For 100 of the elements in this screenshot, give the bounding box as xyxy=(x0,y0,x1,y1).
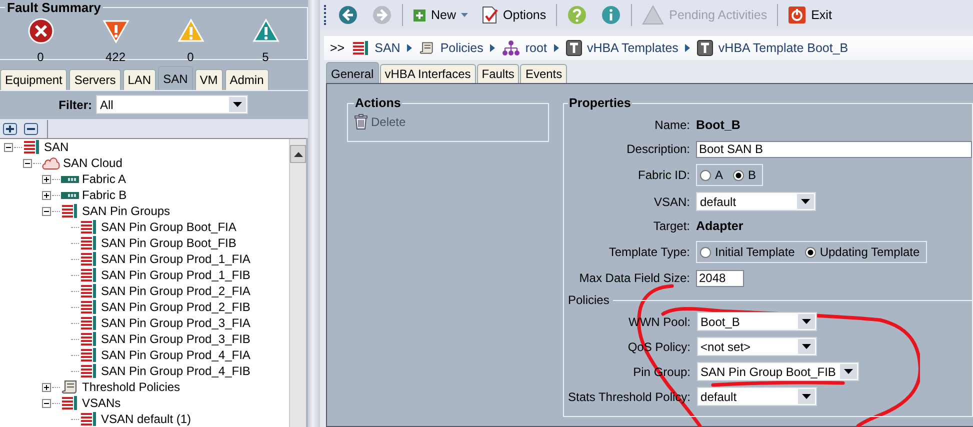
caret-icon xyxy=(233,102,242,107)
fault-count: 422 xyxy=(105,50,126,64)
caret-icon xyxy=(802,319,811,324)
caret-icon xyxy=(461,13,468,17)
content-tab[interactable]: Events xyxy=(520,64,568,83)
nav-tab[interactable]: Admin xyxy=(224,69,269,90)
tree-item[interactable]: SAN Cloud xyxy=(63,156,122,170)
radio-option[interactable]: A xyxy=(700,168,724,182)
breadcrumb-link[interactable]: vHBA Templates xyxy=(566,40,678,56)
plus-icon xyxy=(413,8,426,22)
tree-item[interactable]: VSAN default (1) xyxy=(101,412,192,426)
nav-tab[interactable]: SAN xyxy=(158,66,193,90)
san-bars-icon xyxy=(61,204,79,218)
nav-tab[interactable]: Equipment xyxy=(0,69,68,90)
tree-expander[interactable] xyxy=(4,142,13,152)
tree-item[interactable]: SAN Pin Group Boot_FIB xyxy=(101,236,236,250)
chevron-icon xyxy=(685,44,690,52)
san-bars-icon xyxy=(80,284,98,298)
tree-item[interactable]: SAN Pin Group Prod_3_FIB xyxy=(101,332,250,346)
major-fault-icon[interactable] xyxy=(102,18,130,44)
tree-item[interactable]: SAN xyxy=(44,140,69,154)
splitter-handle[interactable] xyxy=(308,0,320,427)
radio-option[interactable]: Initial Template xyxy=(700,245,795,259)
filter-dropdown[interactable]: All xyxy=(96,95,248,114)
expand-all-icon[interactable] xyxy=(3,122,17,134)
tree-expander[interactable] xyxy=(42,398,51,408)
warning-fault-icon[interactable] xyxy=(252,18,280,44)
exit-button[interactable]: Exit xyxy=(784,4,836,26)
dropdown[interactable]: <not set> xyxy=(696,337,817,356)
breadcrumb-link[interactable]: Policies xyxy=(419,41,484,55)
tree-expander[interactable] xyxy=(42,382,51,392)
trash-icon xyxy=(354,114,368,130)
info-icon xyxy=(601,5,622,25)
field-label: Fabric ID: xyxy=(636,168,690,182)
san-bars-icon xyxy=(80,268,98,282)
content-tab[interactable]: General xyxy=(326,62,379,83)
tree-item[interactable]: SAN Pin Group Prod_3_FIA xyxy=(101,316,250,330)
fault-count: 0 xyxy=(37,50,44,64)
dropdown[interactable]: Boot_B xyxy=(696,312,817,331)
content-tab[interactable]: vHBA Interfaces xyxy=(380,64,476,83)
san-bars-icon xyxy=(80,300,98,314)
tree-item[interactable]: SAN Pin Group Prod_1_FIA xyxy=(101,252,250,266)
options-button[interactable]: Options xyxy=(478,4,550,26)
san-bars-icon xyxy=(80,412,98,426)
section-title: Policies xyxy=(568,293,610,307)
san-bars-icon xyxy=(61,396,79,410)
scrollbar[interactable] xyxy=(289,139,306,427)
hierarchy-icon xyxy=(502,40,520,56)
caret-icon xyxy=(844,369,853,374)
caret-icon xyxy=(802,394,811,399)
tree-item[interactable]: SAN Pin Group Boot_FIA xyxy=(101,220,236,234)
caret-icon xyxy=(802,344,811,349)
radio-option[interactable]: Updating Template xyxy=(804,245,920,259)
nav-tab[interactable]: VM xyxy=(194,69,223,90)
nav-tab[interactable]: LAN xyxy=(122,69,156,90)
san-bars-icon xyxy=(80,364,98,378)
tree-item[interactable]: Fabric B xyxy=(82,188,127,202)
tree-item[interactable]: Threshold Policies xyxy=(82,380,180,394)
field-label: Template Type: xyxy=(608,245,690,259)
field-value: Adapter xyxy=(696,219,744,233)
scroll-icon xyxy=(61,380,79,394)
tree-item[interactable]: SAN Pin Group Prod_4_FIA xyxy=(101,348,250,362)
field-label: Target: xyxy=(652,219,690,233)
tree-item[interactable]: VSANs xyxy=(82,396,121,410)
chevron-icon xyxy=(407,44,412,52)
new-button[interactable]: New xyxy=(409,6,472,24)
content-tab[interactable]: Faults xyxy=(476,64,520,83)
delete-action-link[interactable]: Delete xyxy=(354,114,542,130)
tree-item[interactable]: SAN Pin Group Prod_4_FIB xyxy=(101,364,250,378)
scroll-icon xyxy=(419,41,436,55)
field-label: Name: xyxy=(654,118,690,132)
scroll-up-icon[interactable] xyxy=(294,152,302,156)
tree-expander[interactable] xyxy=(23,158,32,168)
dropdown[interactable]: default xyxy=(696,387,817,406)
tree-expander[interactable] xyxy=(42,174,51,184)
tree-item[interactable]: SAN Pin Group Prod_2_FIA xyxy=(101,284,250,298)
template-icon xyxy=(697,40,714,56)
tree-expander[interactable] xyxy=(42,190,51,200)
chevron-icon xyxy=(490,44,496,52)
text-field[interactable]: 2048 xyxy=(696,270,744,286)
power-icon xyxy=(788,6,806,24)
breadcrumb-link[interactable]: vHBA Template Boot_B xyxy=(697,40,848,56)
tree-expander[interactable] xyxy=(42,206,51,216)
tree-item[interactable]: SAN Pin Groups xyxy=(82,204,170,218)
collapse-all-icon[interactable] xyxy=(24,122,38,134)
dropdown[interactable]: SAN Pin Group Boot_FIB xyxy=(696,362,859,381)
radio-option[interactable]: B xyxy=(733,168,756,182)
tree-item[interactable]: Fabric A xyxy=(82,172,126,186)
chevron-icon xyxy=(554,44,559,52)
tree-item[interactable]: SAN Pin Group Prod_2_FIB xyxy=(101,300,250,314)
breadcrumb-expand[interactable]: >> xyxy=(330,41,345,55)
text-field[interactable]: Boot SAN B xyxy=(696,140,972,158)
field-value: Boot_B xyxy=(696,118,740,132)
nav-tab[interactable]: Servers xyxy=(69,69,121,90)
dropdown[interactable]: default xyxy=(696,192,816,211)
section-title: Properties xyxy=(568,96,632,110)
breadcrumb-link[interactable]: SAN xyxy=(352,41,400,55)
breadcrumb-link[interactable]: root xyxy=(502,40,547,56)
critical-fault-icon[interactable] xyxy=(28,18,54,44)
tree-item[interactable]: SAN Pin Group Prod_1_FIB xyxy=(101,268,250,282)
